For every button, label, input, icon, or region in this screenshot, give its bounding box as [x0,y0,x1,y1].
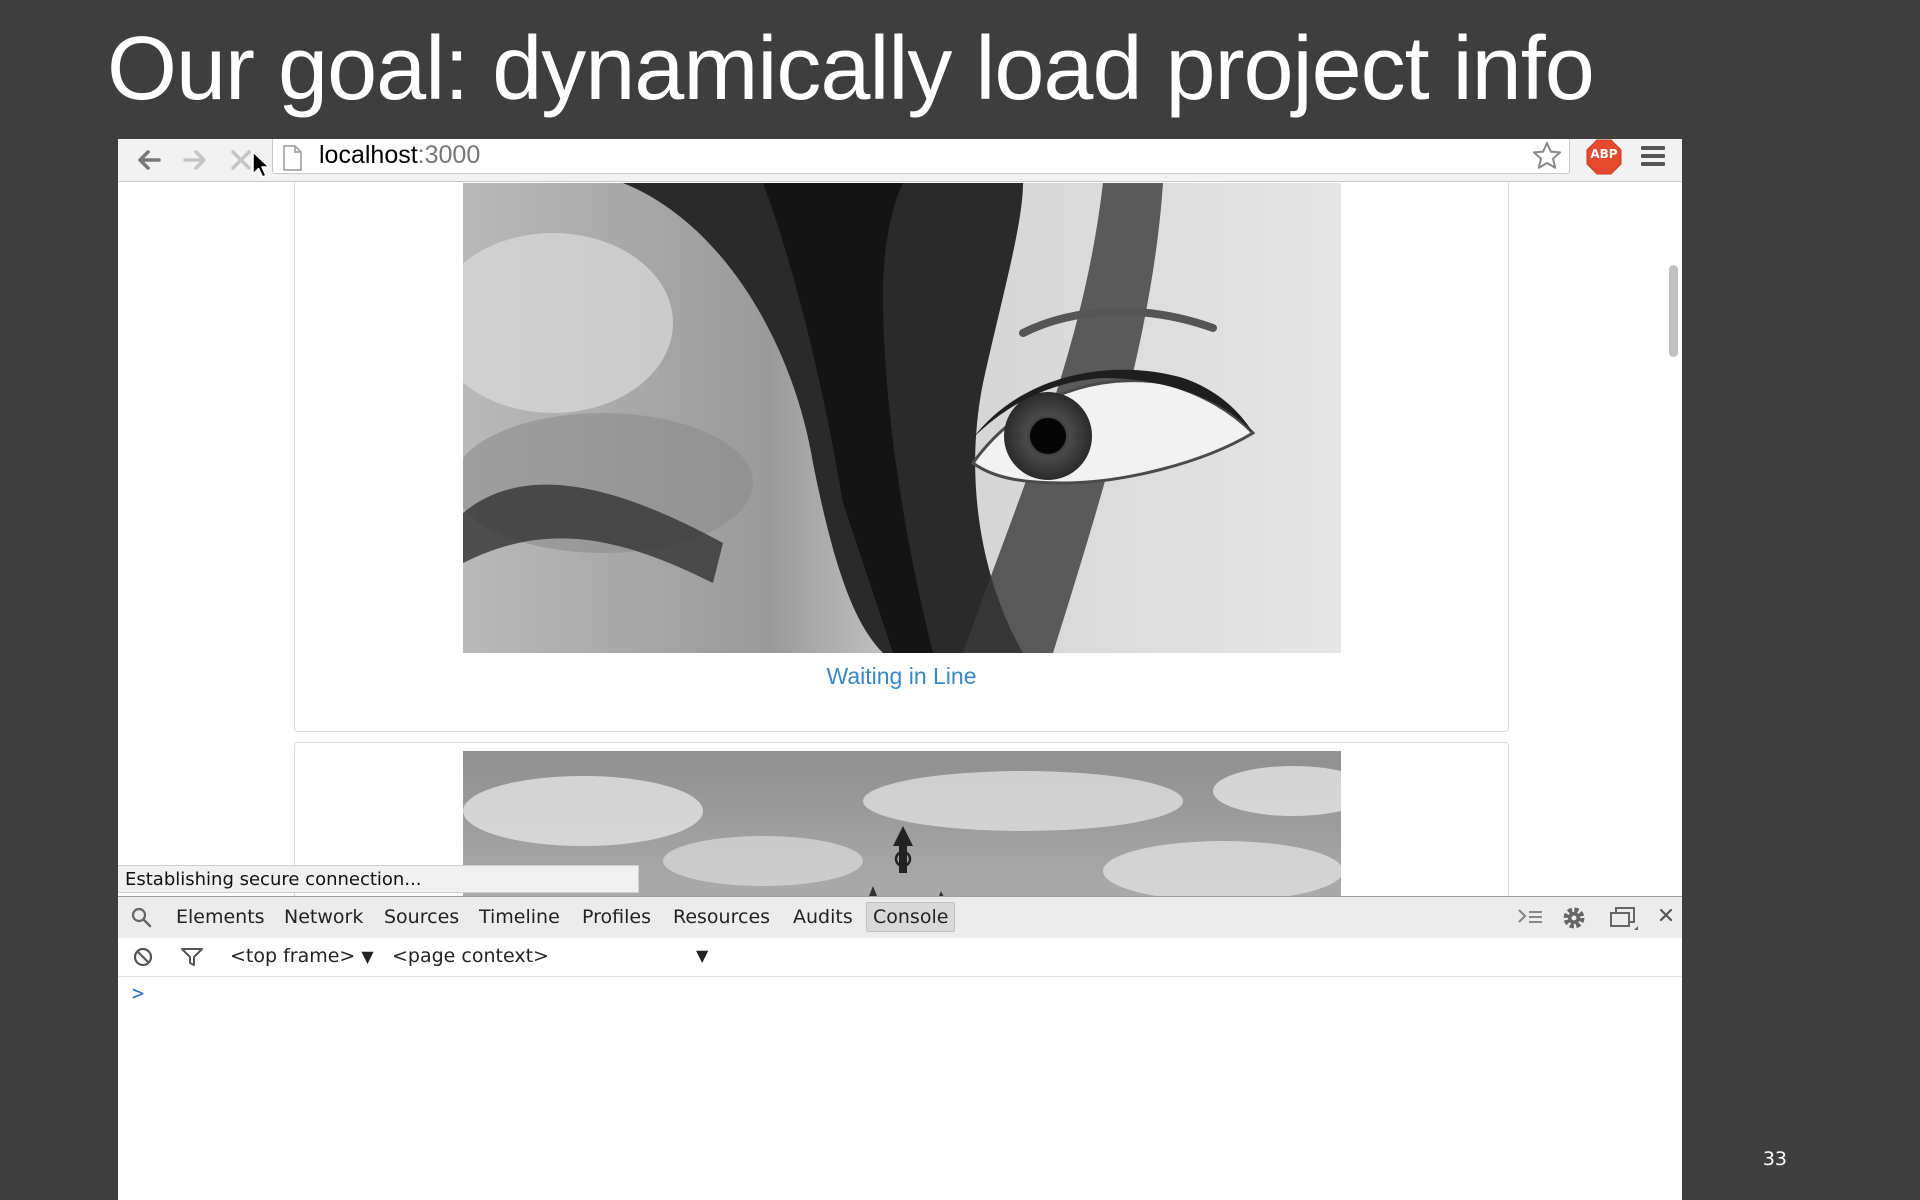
status-bar: Establishing secure connection... [118,865,639,893]
project-title-link[interactable]: Waiting in Line [295,663,1508,690]
eye-photo-image [463,183,1341,653]
frame-select-value: <top frame> [230,945,356,967]
context-select[interactable]: <page context> ▼ [392,944,708,968]
project-photo[interactable] [463,183,1341,653]
star-icon[interactable] [1531,140,1563,172]
frame-select[interactable]: <top frame> ▼ [230,944,374,969]
dropdown-arrow-icon: ▼ [361,947,374,966]
clear-icon [133,947,153,967]
url-text: localhost:3000 [319,140,480,170]
drawer-toggle-button[interactable] [1516,905,1544,933]
search-icon[interactable] [130,906,152,928]
browser-window: localhost:3000 ABP Waiting in Line Estab… [118,139,1682,1200]
url-host: localhost [319,141,418,169]
tab-elements[interactable]: Elements [176,905,265,929]
tab-network[interactable]: Network [284,905,363,929]
filter-button[interactable] [180,946,204,972]
hamburger-icon [1641,146,1665,166]
back-button[interactable] [134,145,164,175]
forward-button[interactable] [180,145,210,175]
console-drawer-icon [1518,909,1542,923]
close-devtools-button[interactable] [1656,905,1676,929]
project-card[interactable]: Waiting in Line [294,182,1509,732]
arrow-left-icon [138,150,161,170]
mouse-cursor-icon [252,151,270,178]
dock-icon [1610,907,1638,930]
url-port: :3000 [417,141,481,169]
console-filter-bar: <top frame> ▼ <page context> ▼ [118,938,1682,977]
slide-number: 33 [1762,1148,1787,1170]
arrow-right-icon [183,150,206,170]
settings-button[interactable] [1561,905,1587,935]
slide-title: Our goal: dynamically load project info [107,19,1595,119]
tab-resources[interactable]: Resources [673,905,770,929]
context-select-value: <page context> [392,945,549,967]
address-bar[interactable]: localhost:3000 [272,139,1570,174]
devtools-panel: Elements Network Sources Timeline Profil… [118,896,1682,1200]
vertical-scrollbar[interactable] [1669,265,1678,357]
filter-icon [181,948,203,966]
adblock-button[interactable]: ABP [1586,139,1622,179]
dock-button[interactable] [1608,905,1638,935]
page-icon [283,145,302,171]
tab-console[interactable]: Console [866,902,956,932]
console-prompt[interactable]: > [132,981,144,1005]
adblock-label: ABP [1590,147,1618,161]
tab-profiles[interactable]: Profiles [582,905,651,929]
gear-icon [1563,907,1585,929]
tab-audits[interactable]: Audits [793,905,853,929]
devtools-tabbar: Elements Network Sources Timeline Profil… [118,896,1682,939]
menu-button[interactable] [1638,141,1668,175]
tab-timeline[interactable]: Timeline [479,905,560,929]
clear-console-button[interactable] [132,946,154,972]
browser-toolbar: localhost:3000 ABP [118,139,1682,182]
page-viewport[interactable]: Waiting in Line [118,182,1682,896]
close-icon [1659,908,1673,922]
tab-sources[interactable]: Sources [384,905,459,929]
dropdown-arrow-icon: ▼ [696,946,709,965]
